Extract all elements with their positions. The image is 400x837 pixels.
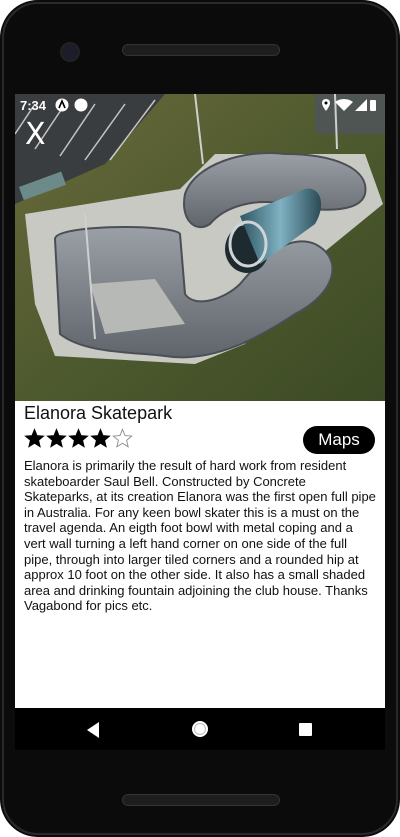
back-icon[interactable] [85, 721, 101, 739]
bottom-speaker [122, 794, 280, 806]
recents-icon[interactable] [298, 722, 313, 737]
front-camera [60, 42, 80, 62]
top-speaker [122, 44, 280, 56]
park-title: Elanora Skatepark [24, 403, 173, 423]
status-bar: 7:34 [15, 94, 385, 116]
circle-icon [74, 98, 88, 112]
status-left-icons [55, 98, 91, 115]
home-icon[interactable] [190, 719, 210, 739]
skatepark-photo: 7:34 X [15, 94, 385, 401]
android-auto-icon [55, 98, 88, 112]
wifi-icon [335, 99, 353, 111]
star-rating [24, 428, 134, 452]
status-time: 7:34 [20, 98, 47, 113]
star-filled-icon [24, 428, 45, 448]
battery-icon [370, 100, 376, 111]
close-button[interactable]: X [25, 118, 53, 152]
park-description: Elanora is primarily the result of hard … [24, 458, 376, 614]
maps-button[interactable]: Maps [303, 426, 375, 454]
star-empty-icon [112, 428, 133, 448]
skatepark-aerial-image [15, 94, 385, 401]
navigation-bar [15, 708, 385, 750]
signal-icon [355, 99, 367, 111]
location-icon [322, 99, 330, 111]
status-right-icons [321, 98, 377, 115]
star-filled-icon [46, 428, 67, 448]
phone-frame: 7:34 X Elanora Skatepark Maps Elanora is… [0, 0, 400, 837]
app-screen: 7:34 X Elanora Skatepark Maps Elanora is… [15, 94, 385, 744]
star-filled-icon [68, 428, 89, 448]
star-filled-icon [90, 428, 111, 448]
